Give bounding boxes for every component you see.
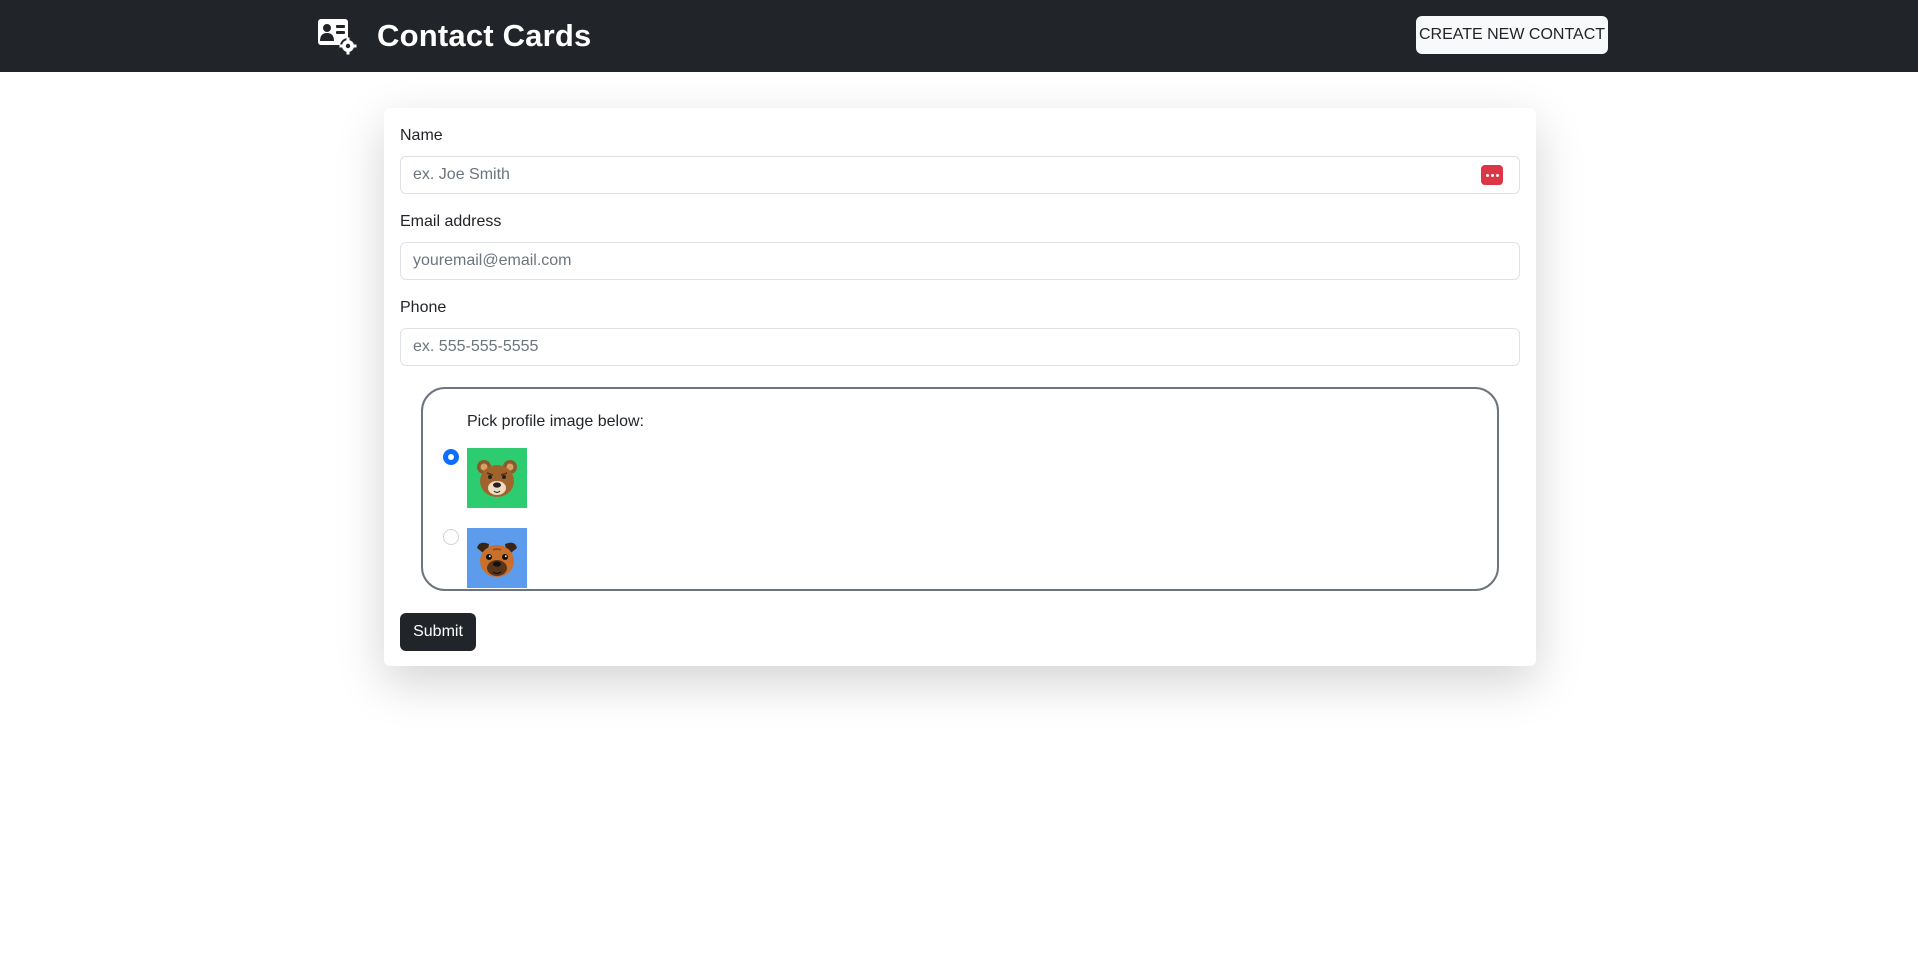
navbar: Contact Cards CREATE NEW CONTACT: [0, 0, 1918, 72]
contact-form-card: Name Email address Phone Pick profile im…: [384, 108, 1536, 666]
pug-avatar-icon[interactable]: [467, 528, 527, 588]
phone-label: Phone: [400, 299, 447, 316]
create-new-contact-button[interactable]: CREATE NEW CONTACT: [1416, 16, 1608, 54]
bear-avatar-radio[interactable]: [443, 449, 459, 465]
submit-button[interactable]: Submit: [400, 613, 476, 651]
pick-image-label: Pick profile image below:: [467, 413, 644, 430]
name-input[interactable]: [400, 156, 1520, 194]
email-label: Email address: [400, 213, 502, 230]
pug-avatar-radio[interactable]: [443, 529, 459, 545]
phone-input[interactable]: [400, 328, 1520, 366]
brand[interactable]: Contact Cards: [317, 0, 591, 72]
profile-image-picker: Pick profile image below:: [421, 387, 1499, 591]
email-input[interactable]: [400, 242, 1520, 280]
name-label: Name: [400, 127, 443, 144]
password-manager-icon[interactable]: [1481, 165, 1503, 185]
contact-card-settings-icon: [318, 19, 357, 55]
bear-avatar-icon[interactable]: [467, 448, 527, 508]
brand-title: Contact Cards: [377, 18, 592, 53]
